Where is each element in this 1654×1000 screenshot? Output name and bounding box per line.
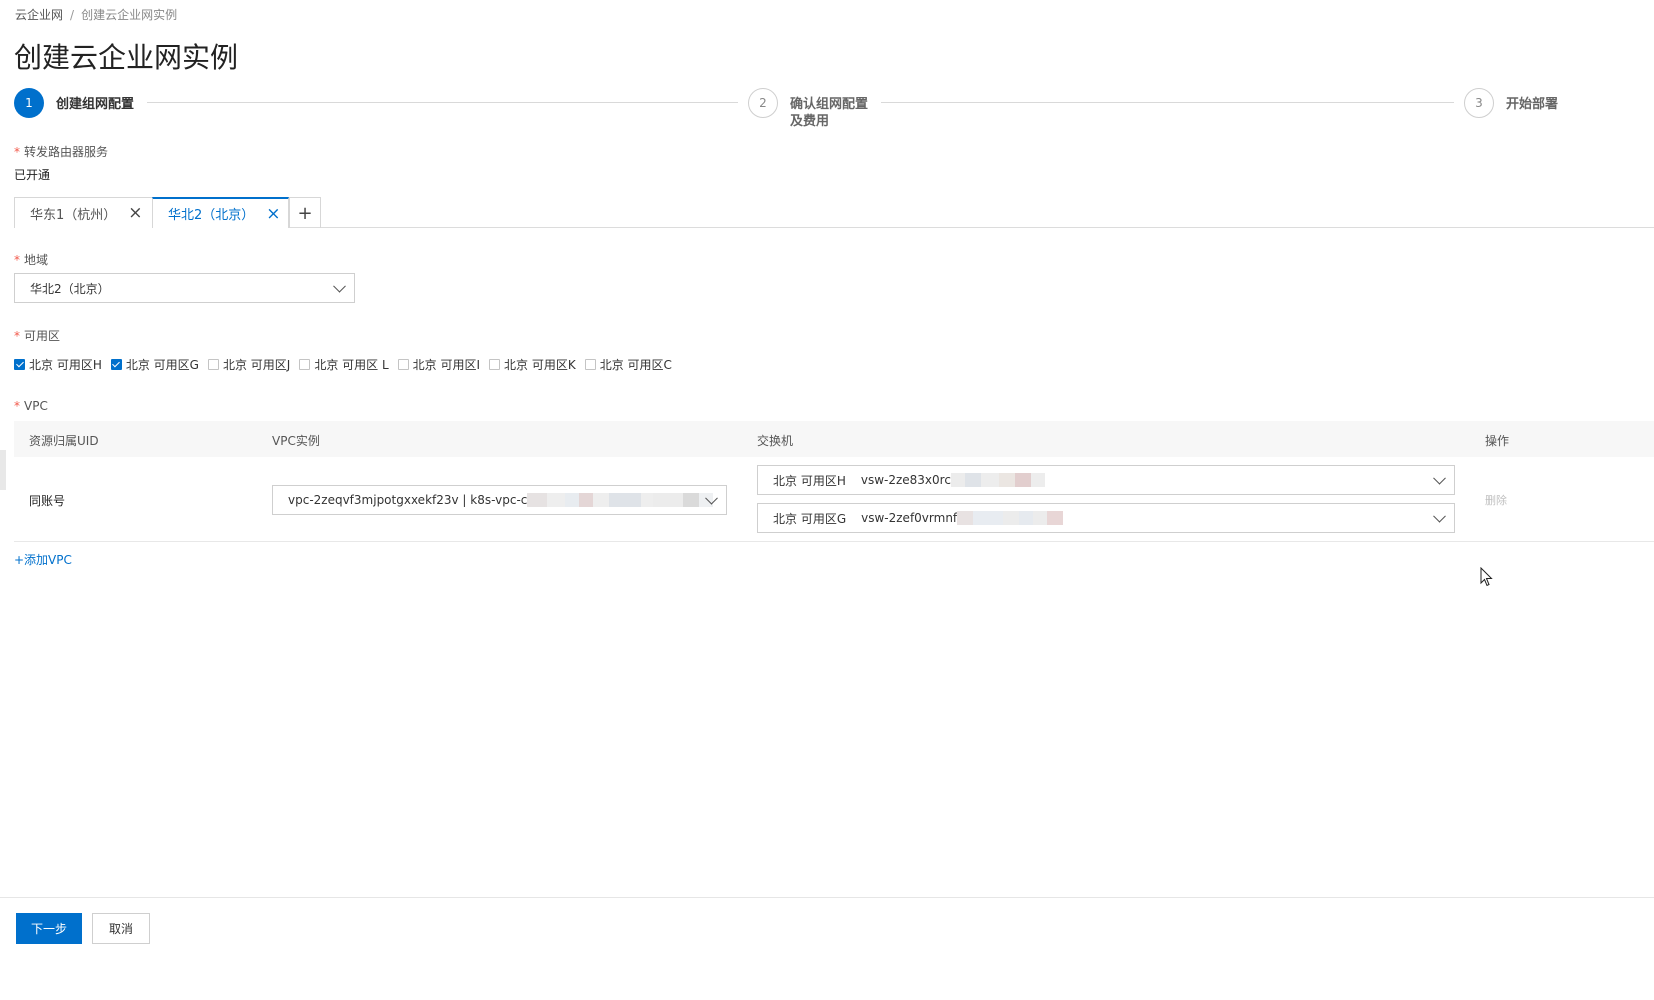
page-title: 创建云企业网实例 xyxy=(14,41,239,74)
footer-divider xyxy=(0,897,1654,898)
tab-region-hangzhou[interactable]: 华东1（杭州） × xyxy=(14,197,153,228)
region-select-value: 华北2（北京） xyxy=(30,281,110,296)
zone-checkbox-i[interactable]: 北京 可用区I xyxy=(397,356,480,373)
router-service-status: 已开通 xyxy=(14,168,51,182)
tab-label: 华东1（杭州） xyxy=(30,207,117,223)
zone-checkbox-k[interactable]: 北京 可用区K xyxy=(489,356,576,373)
checkbox-unchecked[interactable] xyxy=(584,359,596,370)
vpc-instance-select[interactable]: vpc-2zeqvf3mjpotgxxekf23v | k8s-vpc-c xyxy=(272,485,727,515)
redacted-text xyxy=(950,473,1045,487)
next-step-button[interactable]: 下一步 xyxy=(16,913,82,944)
chevron-down-icon xyxy=(333,279,346,293)
column-header-vswitch: 交换机 xyxy=(757,434,794,448)
region-select[interactable]: 华北2（北京） xyxy=(14,273,355,303)
vswitch-zone: 北京 可用区G xyxy=(773,511,847,526)
zone-checkbox-g[interactable]: 北京 可用区G xyxy=(110,356,199,373)
step-1-circle: 1 xyxy=(14,88,44,118)
step-3-label: 开始部署 xyxy=(1506,97,1559,112)
uid-cell: 同账号 xyxy=(29,494,66,508)
tab-label: 华北2（北京） xyxy=(168,208,255,223)
checkbox-checked[interactable] xyxy=(14,359,25,370)
region-label: * 地域 xyxy=(14,253,49,267)
redacted-text xyxy=(527,493,714,507)
zone-checkbox-c[interactable]: 北京 可用区C xyxy=(584,356,672,373)
step-2-label: 确认组网配置 及费用 xyxy=(790,96,868,130)
redacted-text xyxy=(957,511,1064,525)
breadcrumb-current: 创建云企业网实例 xyxy=(81,8,178,22)
checkbox-checked[interactable] xyxy=(110,359,122,370)
zone-checkbox-l[interactable]: 北京 可用区 L xyxy=(299,356,389,373)
checkbox-unchecked[interactable] xyxy=(397,359,409,370)
step-1-label: 创建组网配置 xyxy=(56,97,135,112)
vswitch-id: vsw-2ze83x0rc xyxy=(860,473,951,487)
add-vpc-link[interactable]: +添加VPC xyxy=(14,551,72,568)
breadcrumb: 云企业网 / 创建云企业网实例 xyxy=(15,6,177,23)
vpc-instance-value: vpc-2zeqvf3mjpotgxxekf23v | k8s-vpc-c xyxy=(288,493,528,507)
delete-row-button[interactable]: 删除 xyxy=(1485,492,1507,508)
chevron-down-icon xyxy=(1433,509,1446,523)
column-header-action: 操作 xyxy=(1485,434,1510,448)
vpc-label: * VPC xyxy=(14,399,48,413)
step-2-circle: 2 xyxy=(748,88,778,118)
zones-label: * 可用区 xyxy=(14,329,61,343)
checkbox-unchecked[interactable] xyxy=(489,359,501,370)
step-2-label-line2: 及费用 xyxy=(790,114,830,129)
side-collapse-handle[interactable] xyxy=(0,450,6,490)
router-service-label: * 转发路由器服务 xyxy=(14,145,109,159)
column-header-vpc: VPC实例 xyxy=(272,434,320,448)
cancel-button[interactable]: 取消 xyxy=(92,913,150,944)
breadcrumb-root[interactable]: 云企业网 xyxy=(15,8,63,22)
step-connector xyxy=(147,102,738,103)
checkbox-unchecked[interactable] xyxy=(207,359,219,370)
vswitch-zone: 北京 可用区H xyxy=(773,473,846,488)
tab-region-beijing[interactable]: 华北2（北京） × xyxy=(152,197,289,228)
zone-checkbox-group: 北京 可用区H 北京 可用区G 北京 可用区J 北京 可用区 L 北京 可用区I… xyxy=(14,356,681,373)
vswitch-select-g[interactable]: 北京 可用区G vsw-2zef0vrmnf xyxy=(757,503,1455,533)
vswitch-select-h[interactable]: 北京 可用区H vsw-2ze83x0rc xyxy=(757,465,1455,495)
mouse-pointer-icon xyxy=(1480,566,1494,590)
step-2-label-line1: 确认组网配置 xyxy=(790,97,869,112)
add-tab-button[interactable]: + xyxy=(289,197,321,228)
breadcrumb-separator: / xyxy=(70,8,75,22)
checkbox-unchecked[interactable] xyxy=(299,359,311,370)
step-connector xyxy=(881,102,1454,103)
step-3-circle: 3 xyxy=(1464,88,1494,118)
vpc-table-header xyxy=(14,421,1654,457)
close-icon[interactable]: × xyxy=(128,203,142,223)
close-icon[interactable]: × xyxy=(266,204,280,224)
zone-checkbox-h[interactable]: 北京 可用区H xyxy=(14,356,102,373)
column-header-uid: 资源归属UID xyxy=(29,434,99,448)
zone-checkbox-j[interactable]: 北京 可用区J xyxy=(207,356,290,373)
vswitch-id: vsw-2zef0vrmnf xyxy=(861,511,958,525)
chevron-down-icon xyxy=(1433,471,1446,485)
table-row-divider xyxy=(14,541,1654,542)
